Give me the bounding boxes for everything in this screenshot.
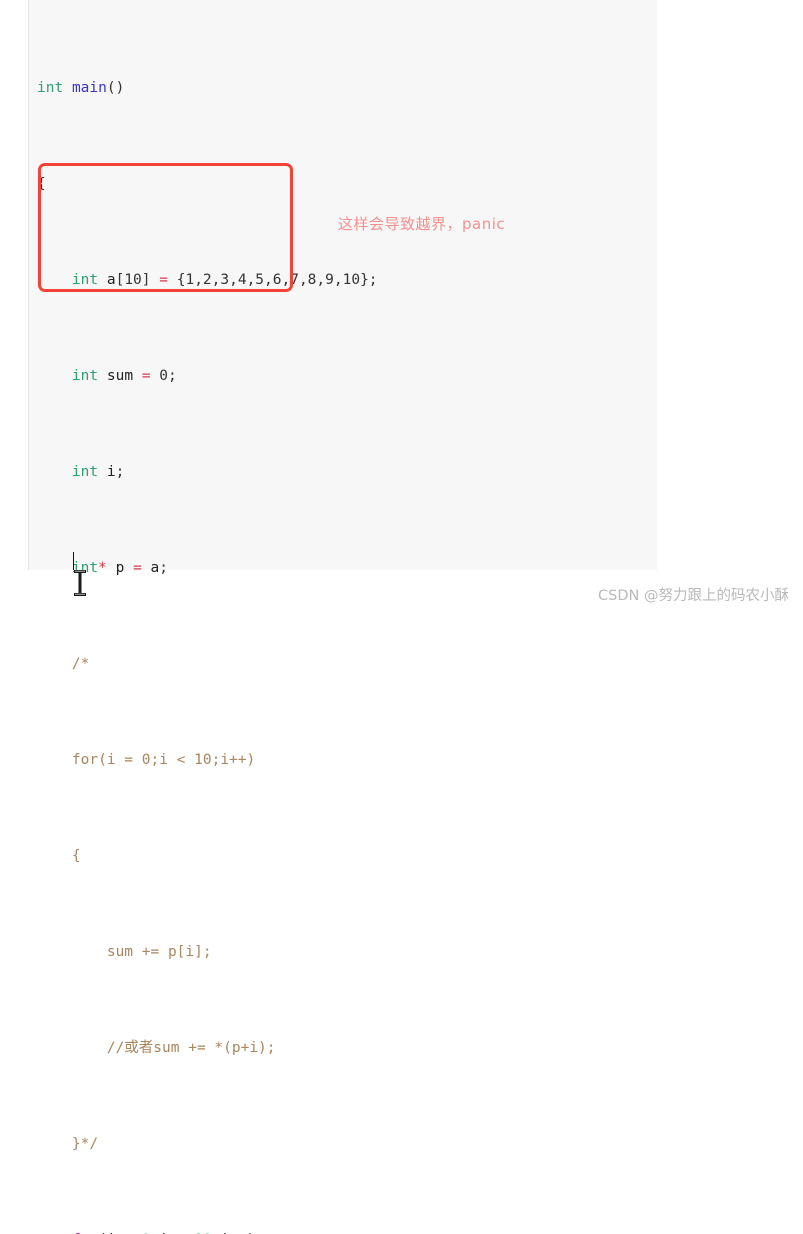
annotation-text: 这样会导致越界，panic (338, 215, 506, 233)
code-line-comment: sum += p[i]; (106, 944, 212, 960)
code-line-comment: for(i = 0;i < 10;i++) (71, 752, 256, 768)
csdn-watermark: CSDN @努力跟上的码农小酥 (598, 588, 789, 604)
i-beam-cursor-icon (74, 570, 86, 596)
code-line: int i; (71, 464, 125, 480)
code-line: int a[10] = {1,2,3,4,5,6,7,8,9,10}; (71, 272, 378, 288)
code-line: int main() (37, 80, 125, 96)
code-line-comment: }*/ (71, 1136, 99, 1152)
code-line: int* p = a; (71, 560, 168, 576)
code-line-comment: //或者sum += *(p+i); (106, 1040, 276, 1056)
code-line-comment: /* (71, 656, 90, 672)
code-line: { (37, 176, 46, 192)
code-line: int sum = 0; (71, 368, 177, 384)
code-line-comment: { (71, 848, 81, 864)
text-caret (73, 552, 74, 570)
code-line: for(i = 0;i < 10;i++) (29, 1228, 657, 1234)
code-lines: int main() { int a[10] = {1,2,3,4,5,6,7,… (29, 4, 657, 1234)
token-type: int (37, 80, 64, 96)
token-function-main: main (71, 80, 107, 96)
code-editor-panel[interactable]: int main() { int a[10] = {1,2,3,4,5,6,7,… (28, 0, 657, 1234)
